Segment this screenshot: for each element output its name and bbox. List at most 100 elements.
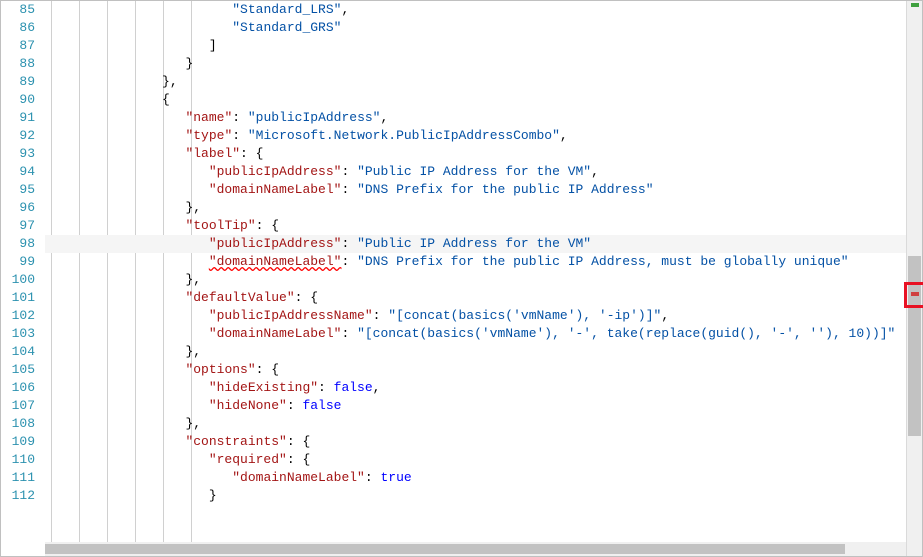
token-punc: : [341,326,357,341]
token-key: "type" [185,128,232,143]
token-str: "publicIpAddress" [248,110,381,125]
code-line[interactable]: "Standard_GRS" [45,19,922,37]
line-number: 101 [1,289,37,307]
token-bool: false [334,380,373,395]
token-punc: } [185,56,193,71]
token-str: "Public IP Address for the VM" [357,164,591,179]
token-punc: : [232,128,248,143]
code-line[interactable]: "publicIpAddress": "Public IP Address fo… [45,235,922,253]
code-line[interactable]: "domainNameLabel": "DNS Prefix for the p… [45,181,922,199]
token-punc: : [341,236,357,251]
token-bool: false [302,398,341,413]
code-line[interactable]: "toolTip": { [45,217,922,235]
line-number: 90 [1,91,37,109]
code-line[interactable]: "domainNameLabel": "DNS Prefix for the p… [45,253,922,271]
token-str: "DNS Prefix for the public IP Address, m… [357,254,848,269]
code-line[interactable]: "domainNameLabel": true [45,469,922,487]
code-line[interactable]: }, [45,73,922,91]
code-line[interactable]: "label": { [45,145,922,163]
token-key: "options" [185,362,255,377]
overview-mark-error [911,292,919,296]
code-editor[interactable]: 8586878889909192939495969798991001011021… [1,1,922,556]
token-punc: : { [240,146,263,161]
code-line[interactable]: "name": "publicIpAddress", [45,109,922,127]
token-punc: : [365,470,381,485]
overview-mark-ok [911,3,919,7]
token-punc: { [162,92,170,107]
code-line[interactable]: "Standard_LRS", [45,1,922,19]
token-punc: }, [162,74,178,89]
line-number: 96 [1,199,37,217]
code-line[interactable]: "required": { [45,451,922,469]
line-number: 103 [1,325,37,343]
line-number: 104 [1,343,37,361]
token-str: "DNS Prefix for the public IP Address" [357,182,653,197]
code-lines[interactable]: "Standard_LRS", "Standard_GRS" ] } }, { … [45,1,922,505]
line-number: 88 [1,55,37,73]
horizontal-scrollbar[interactable] [45,542,906,556]
line-number: 100 [1,271,37,289]
token-punc: : [341,164,357,179]
token-key: "publicIpAddressName" [209,308,373,323]
token-key: "defaultValue" [185,290,294,305]
line-number: 98 [1,235,37,253]
code-line[interactable]: "options": { [45,361,922,379]
line-number: 105 [1,361,37,379]
line-number: 111 [1,469,37,487]
code-line[interactable]: "domainNameLabel": "[concat(basics('vmNa… [45,325,922,343]
token-str: "[concat(basics('vmName'), '-ip')]" [388,308,661,323]
code-line[interactable]: "publicIpAddressName": "[concat(basics('… [45,307,922,325]
token-punc: : { [295,290,318,305]
line-number: 99 [1,253,37,271]
code-line[interactable]: "hideExisting": false, [45,379,922,397]
line-number: 89 [1,73,37,91]
code-line[interactable]: }, [45,415,922,433]
code-line[interactable]: { [45,91,922,109]
code-line[interactable]: }, [45,199,922,217]
line-number-gutter: 8586878889909192939495969798991001011021… [1,1,45,556]
token-punc: : { [256,218,279,233]
token-punc: , [373,380,381,395]
token-punc: , [591,164,599,179]
token-punc: : [232,110,248,125]
line-number: 97 [1,217,37,235]
code-area[interactable]: "Standard_LRS", "Standard_GRS" ] } }, { … [45,1,922,556]
token-punc: }, [185,344,201,359]
token-key: "domainNameLabel" [209,254,342,269]
token-punc: ] [209,38,217,53]
token-key: "hideExisting" [209,380,318,395]
line-number: 87 [1,37,37,55]
token-punc: : [373,308,389,323]
token-key: "publicIpAddress" [209,164,342,179]
token-str: "Standard_GRS" [232,20,341,35]
line-number: 94 [1,163,37,181]
token-key: "constraints" [185,434,286,449]
code-line[interactable]: ] [45,37,922,55]
line-number: 108 [1,415,37,433]
code-line[interactable]: "defaultValue": { [45,289,922,307]
token-str: "[concat(basics('vmName'), '-', take(rep… [357,326,895,341]
code-line[interactable]: "hideNone": false [45,397,922,415]
token-punc: } [209,488,217,503]
code-line[interactable]: "type": "Microsoft.Network.PublicIpAddre… [45,127,922,145]
line-number: 102 [1,307,37,325]
token-punc: : [341,254,357,269]
code-line[interactable]: }, [45,343,922,361]
code-line[interactable]: "constraints": { [45,433,922,451]
line-number: 91 [1,109,37,127]
token-key: "publicIpAddress" [209,236,342,251]
token-key: "domainNameLabel" [209,326,342,341]
token-key: "domainNameLabel" [232,470,365,485]
overview-scrollbar-thumb[interactable] [908,256,921,436]
token-bool: true [380,470,411,485]
code-line[interactable]: "publicIpAddress": "Public IP Address fo… [45,163,922,181]
line-number: 93 [1,145,37,163]
token-punc: }, [185,416,201,431]
line-number: 92 [1,127,37,145]
overview-ruler[interactable] [906,1,922,556]
line-number: 107 [1,397,37,415]
horizontal-scrollbar-thumb[interactable] [45,544,845,554]
code-line[interactable]: }, [45,271,922,289]
code-line[interactable]: } [45,487,922,505]
code-line[interactable]: } [45,55,922,73]
